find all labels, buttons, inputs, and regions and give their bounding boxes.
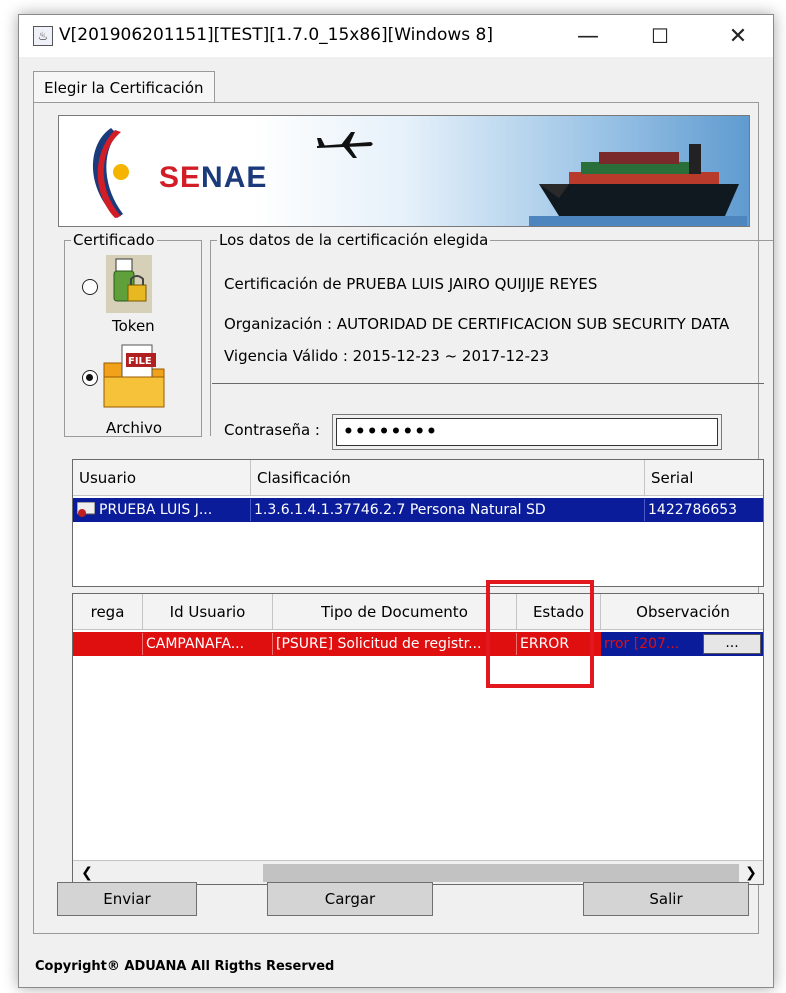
cert-validity: Vigencia Válido : 2015-12-23 ~ 2017-12-2… — [224, 347, 550, 365]
close-button[interactable]: ✕ — [709, 15, 767, 57]
cert-info-legend: Los datos de la certificación elegida — [219, 231, 489, 249]
senae-banner: SENAE — [58, 115, 750, 227]
cell-observacion: rror [207... — [604, 636, 680, 652]
password-field[interactable]: •••••••• — [332, 414, 722, 450]
token-label: Token — [112, 317, 155, 335]
observacion-more-button[interactable]: ... — [703, 634, 761, 654]
title-bar: ♨ V[201906201151][TEST][1.7.0_15x86][Win… — [19, 15, 773, 57]
cell-id-usuario: CAMPANAFA... — [143, 633, 273, 655]
table-row[interactable]: CAMPANAFA... [PSURE] Solicitud de regist… — [73, 632, 763, 656]
copyright-footer: Copyright® ADUANA All Rigths Reserved — [35, 959, 335, 974]
token-radio[interactable] — [82, 279, 98, 295]
password-value[interactable]: •••••••• — [336, 418, 718, 446]
col-observacion[interactable]: Observación — [601, 594, 763, 630]
cell-usuario: PRUEBA LUIS J... — [73, 499, 251, 521]
cert-name: Certificación de PRUEBA LUIS JAIRO QUIJI… — [224, 275, 598, 293]
documents-table[interactable]: rega Id Usuario Tipo de Documento Estado… — [72, 593, 764, 885]
salir-button[interactable]: Salir — [583, 882, 749, 916]
col-tipo-documento[interactable]: Tipo de Documento — [273, 594, 517, 630]
window-title: V[201906201151][TEST][1.7.0_15x86][Windo… — [59, 25, 493, 45]
divider — [212, 383, 764, 384]
col-estado[interactable]: Estado — [517, 594, 601, 630]
col-id-usuario[interactable]: Id Usuario — [143, 594, 273, 630]
col-entrega[interactable]: rega — [73, 594, 143, 630]
senae-logo-text: SENAE — [159, 161, 268, 194]
java-app-icon[interactable]: ♨ — [33, 26, 53, 46]
cargar-button[interactable]: Cargar — [267, 882, 433, 916]
col-serial[interactable]: Serial — [645, 460, 763, 496]
svg-text:FILE: FILE — [128, 356, 152, 367]
file-folder-icon: FILE — [103, 344, 165, 408]
senae-logo-mark — [92, 128, 129, 218]
certificate-icon — [77, 502, 95, 517]
certificado-legend: Certificado — [73, 231, 155, 249]
table-row[interactable]: PRUEBA LUIS J... 1.3.6.1.4.1.37746.2.7 P… — [73, 498, 763, 522]
archivo-radio[interactable] — [82, 370, 98, 386]
tab-panel: SENAE Certificado Token FILE Archivo Los… — [33, 102, 773, 934]
cert-info-group: Los datos de la certificación elegida — [210, 231, 773, 436]
certificates-table[interactable]: Usuario Clasificación Serial PRUEBA LUIS… — [72, 459, 764, 587]
cell-entrega — [73, 633, 143, 655]
password-label: Contraseña : — [224, 421, 320, 439]
archivo-label: Archivo — [106, 419, 163, 437]
col-clasificacion[interactable]: Clasificación — [251, 460, 645, 496]
cert-organization: Organización : AUTORIDAD DE CERTIFICACIO… — [224, 315, 730, 333]
scroll-thumb[interactable] — [263, 864, 739, 882]
cell-clasificacion: 1.3.6.1.4.1.37746.2.7 Persona Natural SD — [251, 499, 645, 521]
app-window: ♨ V[201906201151][TEST][1.7.0_15x86][Win… — [18, 14, 774, 988]
tab-elegir-certificacion[interactable]: Elegir la Certificación — [33, 71, 215, 103]
cell-tipo-documento: [PSURE] Solicitud de registr... — [273, 633, 517, 655]
cell-serial: 1422786653 — [648, 502, 738, 518]
maximize-button[interactable]: ☐ — [631, 15, 689, 57]
cargo-ship-image — [529, 144, 747, 226]
usb-token-lock-icon — [106, 255, 152, 313]
airplane-icon — [317, 132, 373, 158]
cell-estado: ERROR — [520, 636, 570, 652]
col-usuario[interactable]: Usuario — [73, 460, 251, 496]
enviar-button[interactable]: Enviar — [57, 882, 197, 916]
minimize-button[interactable]: — — [559, 15, 617, 57]
